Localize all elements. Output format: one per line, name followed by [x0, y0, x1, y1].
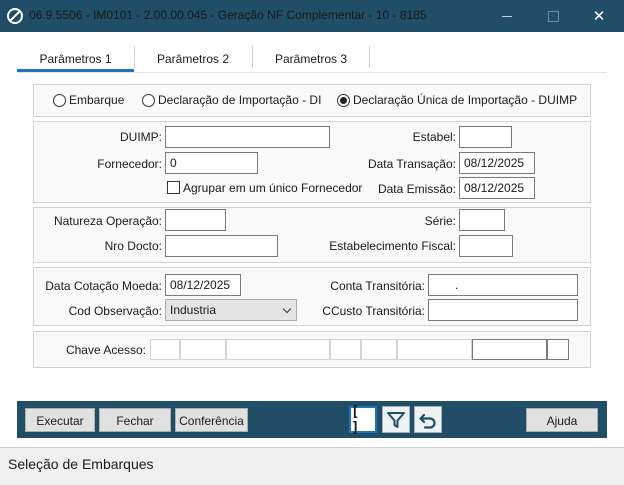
data-cotacao-moeda-input[interactable]: 08/12/2025 [165, 274, 241, 296]
chave-acesso-label: Chave Acesso: [65, 343, 146, 357]
serie-label: Série: [424, 214, 456, 228]
selected-tab-indicator [17, 69, 134, 72]
app-logo-icon [7, 8, 23, 24]
data-emissao-label: Data Emissão: [377, 182, 456, 196]
duimp-label: DUIMP: [120, 130, 162, 144]
data-emissao-input[interactable]: 08/12/2025 [459, 177, 535, 199]
natureza-operacao-input[interactable] [165, 209, 226, 231]
tab-strip-line [17, 72, 607, 73]
window-title: 06.9.5506 - IM0101 - 2.00.00.045 - Geraç… [29, 8, 427, 22]
cod-observacao-select[interactable]: Industria [165, 299, 297, 321]
cod-observacao-value: Industria [170, 303, 217, 317]
estabel-input[interactable] [459, 126, 512, 148]
nro-docto-label: Nro Docto: [104, 239, 162, 253]
natureza-operacao-label: Natureza Operação: [53, 214, 162, 228]
chave-acesso-segment[interactable] [180, 339, 226, 360]
data-transacao-input[interactable]: 08/12/2025 [459, 152, 535, 174]
tab-separator [252, 46, 253, 68]
data-cotacao-moeda-label: Data Cotação Moeda: [45, 279, 162, 293]
chave-acesso-segment[interactable] [472, 339, 547, 360]
executar-button[interactable]: Executar [25, 408, 95, 432]
status-bar: Seleção de Embarques [0, 447, 624, 485]
undo-button[interactable] [414, 406, 442, 433]
chave-acesso-segment[interactable] [330, 339, 361, 360]
radio-declaracao-duimp[interactable]: Declaração Única de Importação - DUIMP [337, 92, 577, 108]
tab-parametros-2[interactable]: Parâmetros 2 [134, 46, 252, 70]
fornecedor-label: Fornecedor: [97, 157, 162, 171]
filter-icon [387, 411, 405, 428]
conta-transitoria-input[interactable]: . [428, 274, 578, 296]
conta-transitoria-label: Conta Transitória: [330, 279, 425, 293]
ccusto-transitoria-input[interactable] [428, 299, 578, 321]
brackets-button[interactable]: [ ] [349, 403, 377, 436]
radio-label: Declaração Única de Importação - DUIMP [353, 93, 578, 107]
brackets-icon: [ ] [351, 403, 360, 436]
chave-acesso-segment[interactable] [361, 339, 397, 360]
estabel-label: Estabel: [412, 130, 456, 144]
cod-observacao-label: Cod Observação: [68, 304, 162, 318]
radio-label: Declaração de Importação - DI [158, 93, 322, 107]
tab-separator [134, 46, 135, 68]
tab-parametros-3[interactable]: Parâmetros 3 [252, 46, 370, 70]
radio-circle[interactable] [142, 93, 155, 107]
tab-separator [369, 46, 370, 68]
ccusto-transitoria-label: CCusto Transitória: [322, 304, 425, 318]
radio-circle-selected[interactable] [337, 93, 350, 107]
fechar-button[interactable]: Fechar [99, 408, 171, 432]
radio-declaracao-di[interactable]: Declaração de Importação - DI [142, 92, 321, 108]
serie-input[interactable] [459, 209, 505, 231]
radio-embarque[interactable]: Embarque [53, 92, 124, 108]
nro-docto-input[interactable] [165, 235, 278, 257]
duimp-input[interactable] [165, 126, 330, 148]
chave-acesso-segment[interactable] [397, 339, 472, 360]
estabelecimento-fiscal-input[interactable] [459, 235, 513, 257]
filter-button[interactable] [382, 406, 410, 433]
fornecedor-input[interactable]: 0 [165, 152, 258, 174]
chave-acesso-segment[interactable] [150, 339, 180, 360]
radio-circle[interactable] [53, 93, 66, 107]
radio-label: Embarque [69, 93, 125, 107]
close-button[interactable]: ✕ [576, 0, 622, 32]
conferencia-button[interactable]: Conferência [175, 408, 248, 432]
chave-acesso-digit[interactable] [547, 339, 569, 360]
estabelecimento-fiscal-label: Estabelecimento Fiscal: [329, 239, 456, 253]
maximize-button[interactable] [530, 0, 576, 32]
minimize-button[interactable] [484, 0, 530, 32]
chave-acesso-segment[interactable] [226, 339, 330, 360]
data-transacao-label: Data Transação: [367, 157, 456, 171]
agrupar-label: Agrupar em um único Fornecedor [183, 181, 363, 195]
agrupar-checkbox[interactable] [167, 181, 180, 194]
undo-arrow-icon [419, 413, 436, 429]
ajuda-button[interactable]: Ajuda [526, 408, 598, 432]
tab-parametros-1[interactable]: Parâmetros 1 [17, 46, 134, 70]
